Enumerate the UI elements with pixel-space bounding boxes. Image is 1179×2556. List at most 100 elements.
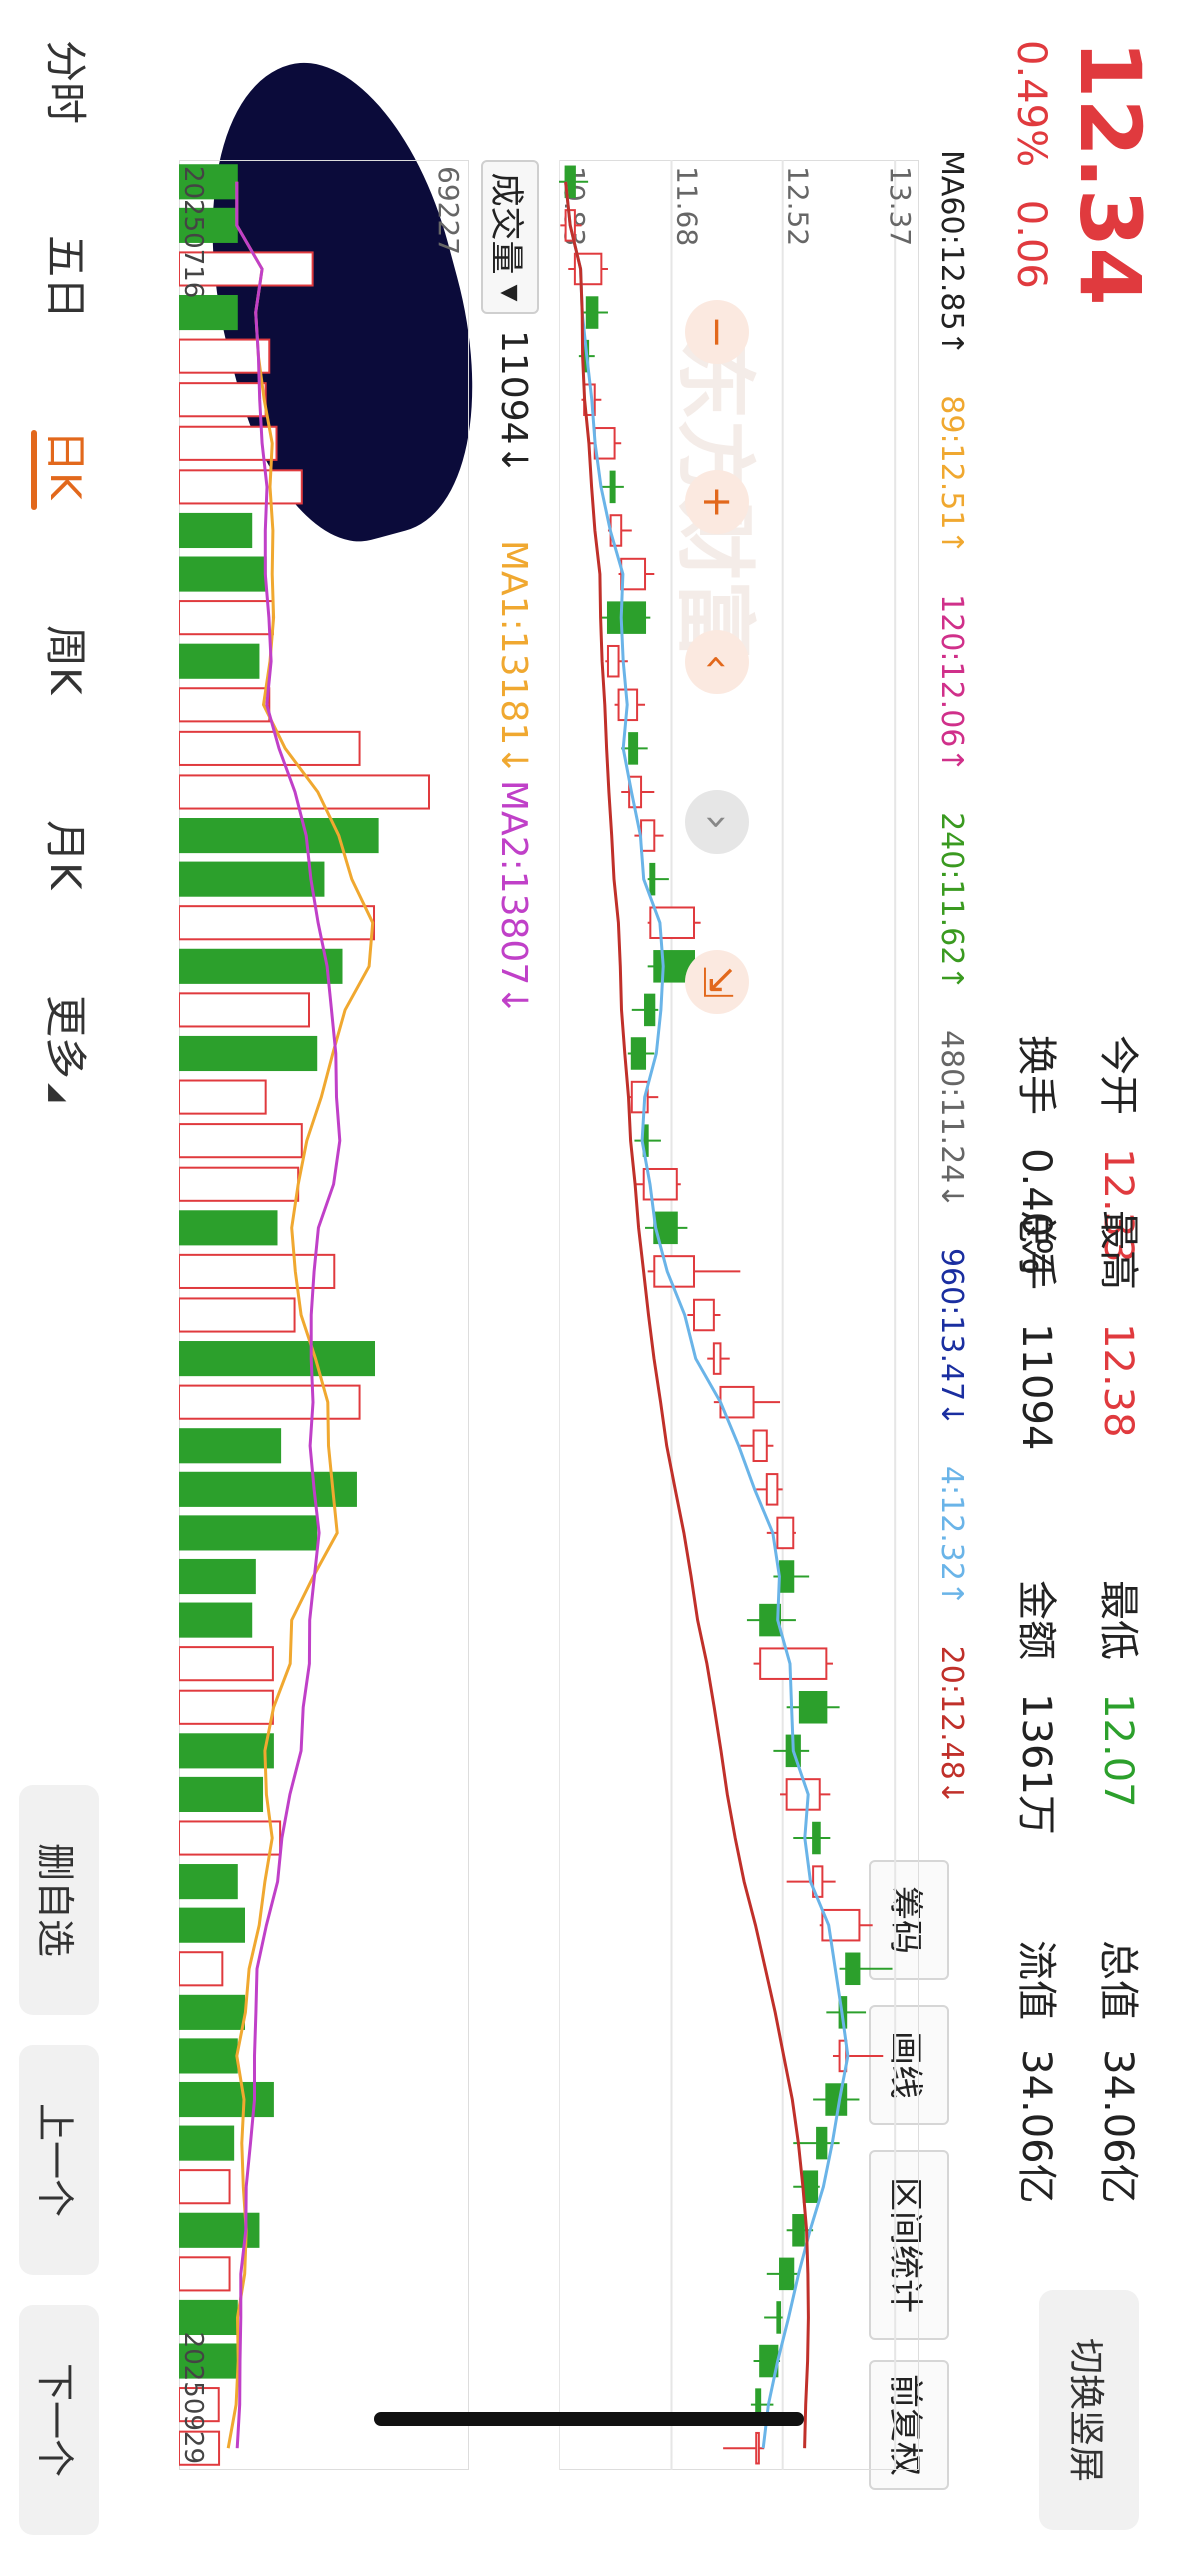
candle-body (825, 2083, 848, 2116)
volume-bar (179, 1689, 274, 1725)
volume-bar (179, 1166, 300, 1202)
stat-float-value: 流值 34.06亿 (1013, 1940, 1059, 2204)
candle-body (692, 1298, 715, 1332)
volume-bar (179, 774, 430, 810)
volume-ma2: MA2:13807↓ (493, 780, 534, 1016)
prev-stock-button[interactable]: 上一个 (19, 2045, 99, 2275)
candle-body (792, 2214, 805, 2247)
volume-bar (179, 687, 271, 723)
volume-bar (179, 294, 238, 331)
volume-bar (179, 338, 271, 374)
candle-body (609, 470, 616, 504)
candle-body (712, 1342, 722, 1375)
candle-body (640, 819, 656, 852)
volume-bar (179, 1035, 318, 1072)
zoom-out-icon[interactable]: − (685, 300, 749, 364)
candle-body (755, 2431, 760, 2465)
home-indicator (374, 2412, 804, 2426)
scroll-right-icon[interactable]: › (685, 790, 749, 854)
candle-body (653, 1255, 695, 1288)
zoom-in-icon[interactable]: + (685, 470, 749, 534)
stat-total-value: 总值 34.06亿 (1095, 1940, 1141, 2204)
volume-bar (179, 2081, 274, 2118)
volume-bar (179, 556, 267, 592)
landscape-stage: 12.34 0.49% 0.06 今开 12.33 最高 12.38 最低 12… (0, 0, 1179, 2556)
volume-bar (179, 1297, 296, 1333)
ma-120: 120:12.06↑ (934, 594, 969, 773)
stat-volume: 总手 11094 (1013, 1210, 1059, 1451)
stat-low: 最低 12.07 (1095, 1580, 1141, 1808)
volume-bar (179, 730, 361, 766)
volume-bar (179, 1341, 376, 1377)
candle-body (776, 1516, 795, 1550)
candle-body (628, 732, 639, 765)
volume-bar (179, 2125, 235, 2161)
candle-body (630, 1037, 647, 1070)
ma-20: 20:12.48↓ (934, 1645, 969, 1805)
switch-portrait-button[interactable]: 切换竖屏 (1039, 2290, 1139, 2530)
candle-body (845, 1952, 861, 1986)
stat-high: 最高 12.38 (1095, 1210, 1141, 1438)
volume-bar (179, 2256, 231, 2292)
volume-bar (179, 1907, 246, 1943)
tab-five-day[interactable]: 五日 (38, 235, 99, 319)
ma-960: 960:13.47↓ (934, 1247, 969, 1427)
volume-bar (179, 2299, 238, 2336)
ma-480: 480:11.24↓ (934, 1030, 969, 1209)
candle-body (779, 2257, 795, 2291)
volume-bar (179, 948, 343, 984)
change-abs: 0.06 (1008, 199, 1054, 289)
stat-amount: 金额 1361万 (1013, 1580, 1059, 1835)
volume-bar (179, 512, 253, 549)
volume-bar (179, 1515, 318, 1551)
candle-body (798, 1691, 828, 1724)
volume-bar (179, 382, 267, 418)
candle-body (816, 2126, 828, 2160)
tab-more[interactable]: 更多◢ (38, 995, 99, 1101)
volume-bar (179, 1994, 246, 2030)
x-start-label: 20250716 (179, 166, 208, 298)
candle-body (620, 557, 647, 591)
candle-body (759, 1647, 828, 1680)
current-price: 12.34 (1061, 40, 1159, 306)
volume-bar (179, 1864, 238, 1900)
ma-4: 4:12.32↑ (934, 1465, 969, 1607)
indicator-select[interactable]: 成交量 ▼ (481, 160, 539, 314)
candle-body (649, 862, 656, 896)
candle-body (779, 1560, 795, 1593)
volume-bar (179, 1820, 282, 1856)
x-end-label: 20250929 (179, 2332, 208, 2464)
volume-max-label: 69227 (432, 166, 465, 255)
price-tick-label: 13.37 (884, 166, 917, 246)
volume-current: 11094↓ (493, 330, 534, 475)
volume-bar (179, 469, 303, 505)
go-latest-icon[interactable]: ⇲ (685, 950, 749, 1014)
volume-bar (179, 1428, 282, 1464)
volume-bar (179, 1646, 274, 1682)
next-stock-button[interactable]: 下一个 (19, 2305, 99, 2535)
tab-monthly-k[interactable]: 月K (38, 820, 99, 890)
volume-bar (179, 643, 260, 679)
volume-bar (179, 600, 274, 636)
volume-bar (179, 861, 325, 897)
volume-bar (179, 1253, 336, 1289)
volume-bar (179, 905, 376, 941)
volume-chart[interactable]: 69227 20250716 20250929 (179, 160, 469, 2470)
candle-body (585, 296, 599, 329)
tab-intraday[interactable]: 分时 (38, 40, 99, 124)
volume-bar (179, 1951, 224, 1987)
active-tab-underline (31, 430, 37, 510)
ma-240: 240:11.62↑ (934, 812, 969, 991)
remove-watchlist-button[interactable]: 删自选 (19, 1785, 99, 2015)
period-tabs: 分时 五日 日K 周K 月K 更多◢ (19, 0, 99, 1200)
volume-bar (179, 1733, 274, 1769)
candle-body (802, 2170, 819, 2203)
ma-60: MA60:12.85↑ (934, 150, 969, 356)
price-tick-label: 11.68 (671, 166, 704, 246)
tab-weekly-k[interactable]: 周K (38, 625, 99, 695)
tab-daily-k[interactable]: 日K (38, 430, 99, 500)
volume-bar (179, 1079, 267, 1115)
price-tick-label: 12.52 (782, 166, 815, 246)
scroll-left-icon[interactable]: ‹ (685, 630, 749, 694)
volume-bar (179, 1471, 357, 1507)
